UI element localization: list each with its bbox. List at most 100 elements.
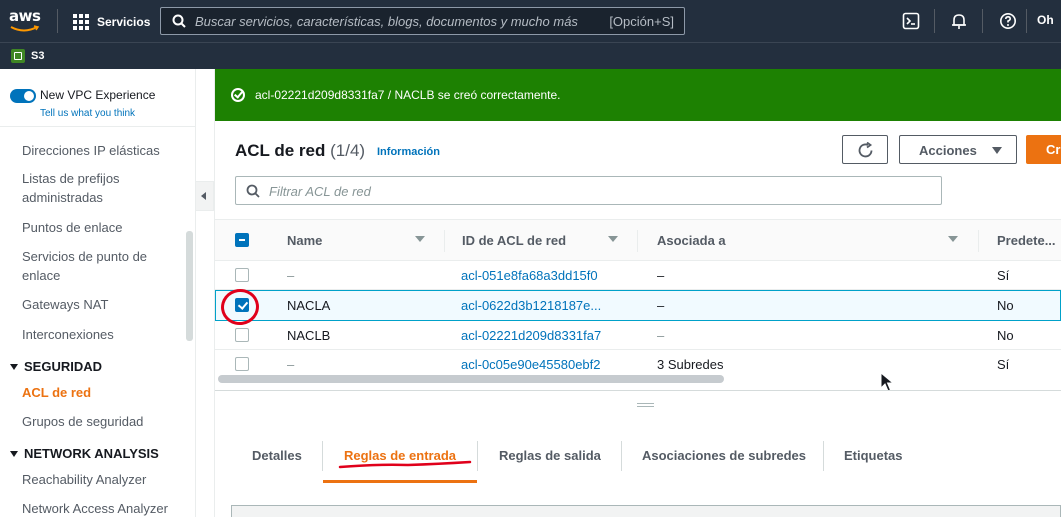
split-panel-resize-handle[interactable] — [637, 403, 654, 407]
cell-acl-id-link[interactable]: acl-0c05e90e45580ebf2 — [461, 357, 601, 372]
cell-acl-id-link[interactable]: acl-051e8fa68a3dd15f0 — [461, 268, 598, 283]
left-sidebar: New VPC Experience Tell us what you thin… — [0, 69, 196, 517]
sidebar-section-network-analysis[interactable]: NETWORK ANALYSIS — [10, 446, 159, 461]
column-header-acl-id[interactable]: ID de ACL de red — [462, 233, 566, 248]
account-menu[interactable]: Oh — [1037, 13, 1054, 27]
sidebar-scrollbar[interactable] — [186, 231, 193, 341]
inbound-rules-panel — [231, 505, 1061, 517]
create-label: Crear ACL de red — [1046, 142, 1061, 157]
column-separator — [978, 230, 979, 252]
help-icon[interactable] — [999, 12, 1017, 30]
tab-tags[interactable]: Etiquetas — [844, 448, 903, 463]
table-header: Name ID de ACL de red Asociada a Predete… — [215, 219, 1061, 261]
table-horizontal-scrollbar[interactable] — [218, 375, 724, 383]
caret-down-icon — [10, 450, 18, 457]
top-navigation: aws Servicios Buscar servicios, caracter… — [0, 0, 1061, 42]
cell-associated: – — [657, 268, 665, 283]
cell-name: NACLA — [287, 298, 331, 313]
check-circle-icon — [231, 88, 245, 102]
search-icon — [246, 184, 260, 198]
select-all-checkbox[interactable] — [235, 233, 249, 247]
cell-acl-id-link[interactable]: acl-0622d3b1218187e... — [461, 298, 601, 313]
tab-subnet-associations[interactable]: Asociaciones de subredes — [642, 448, 806, 463]
cell-name: – — [287, 268, 295, 283]
page-title-text: ACL de red — [235, 141, 326, 160]
column-header-name[interactable]: Name — [287, 233, 322, 248]
sidebar-item-prefix-lists[interactable]: Listas de prefijos administradas — [22, 169, 182, 207]
new-vpc-experience-toggle[interactable] — [10, 89, 36, 103]
create-network-acl-button[interactable]: Crear ACL de red — [1026, 135, 1061, 164]
refresh-icon — [858, 142, 873, 158]
aws-logo[interactable]: aws — [9, 8, 45, 36]
cell-default: No — [997, 298, 1014, 313]
tab-separator — [823, 441, 824, 471]
sort-caret-icon[interactable] — [415, 236, 425, 242]
sidebar-section-label: SEGURIDAD — [24, 359, 103, 374]
cell-default: Sí — [997, 268, 1010, 283]
sidebar-section-security[interactable]: SEGURIDAD — [10, 359, 102, 374]
sidebar-item-network-acls[interactable]: ACL de red — [22, 383, 182, 402]
tab-details[interactable]: Detalles — [252, 448, 302, 463]
nav-separator — [982, 9, 983, 33]
sidebar-item-endpoint-services[interactable]: Servicios de punto de enlace — [22, 247, 182, 285]
aws-smile-icon — [10, 25, 40, 32]
tab-separator — [621, 441, 622, 471]
actions-label: Acciones — [919, 143, 977, 158]
nav-separator — [1026, 9, 1027, 33]
info-link[interactable]: Información — [377, 146, 440, 158]
column-header-associated[interactable]: Asociada a — [657, 233, 726, 248]
collapse-sidebar-button[interactable] — [196, 181, 214, 211]
cell-associated: – — [657, 328, 665, 343]
new-vpc-experience-label: New VPC Experience — [40, 88, 156, 102]
row-checkbox[interactable] — [235, 357, 249, 371]
cell-associated: 3 Subredes — [657, 357, 724, 372]
aws-logo-text: aws — [9, 7, 41, 25]
notifications-bell-icon[interactable] — [950, 12, 968, 30]
filter-input[interactable]: Filtrar ACL de red — [235, 176, 942, 205]
success-flash-banner: acl-02221d209d8331fa7 / NACLB se creó co… — [215, 69, 1061, 121]
cell-associated: – — [657, 298, 665, 313]
search-icon — [172, 14, 186, 28]
page-title: ACL de red (1/4) — [235, 141, 365, 161]
table-row[interactable]: – acl-051e8fa68a3dd15f0 – Sí — [215, 261, 1061, 290]
services-label: Servicios — [97, 15, 151, 29]
sidebar-item-elastic-ips[interactable]: Direcciones IP elásticas — [22, 141, 182, 160]
refresh-button[interactable] — [842, 135, 888, 164]
tab-separator — [322, 441, 323, 471]
cell-name: – — [287, 357, 295, 372]
sidebar-item-security-groups[interactable]: Grupos de seguridad — [22, 412, 182, 431]
s3-favorite-link[interactable]: S3 — [31, 50, 44, 62]
mouse-cursor-icon — [880, 372, 894, 392]
column-header-default[interactable]: Predete... — [997, 233, 1056, 248]
cell-default: No — [997, 328, 1014, 343]
flash-message: acl-02221d209d8331fa7 / NACLB se creó co… — [255, 88, 561, 102]
split-panel-divider — [215, 390, 1061, 391]
column-separator — [444, 230, 445, 252]
sort-caret-icon[interactable] — [608, 236, 618, 242]
search-shortcut: [Opción+S] — [609, 14, 674, 29]
nav-separator — [57, 9, 58, 33]
cloudshell-icon[interactable] — [902, 12, 920, 30]
row-checkbox[interactable] — [235, 328, 249, 342]
caret-down-icon — [10, 363, 18, 370]
annotation-underline — [338, 460, 472, 469]
sidebar-item-endpoints[interactable]: Puntos de enlace — [22, 218, 182, 237]
cell-acl-id-link[interactable]: acl-02221d209d8331fa7 — [461, 328, 601, 343]
search-placeholder: Buscar servicios, características, blogs… — [195, 14, 578, 29]
tab-separator — [477, 441, 478, 471]
table-row-selected[interactable]: NACLA acl-0622d3b1218187e... – No — [215, 290, 1061, 321]
sidebar-item-reachability-analyzer[interactable]: Reachability Analyzer — [22, 470, 182, 489]
tab-outbound-rules[interactable]: Reglas de salida — [499, 448, 601, 463]
search-input[interactable]: Buscar servicios, características, blogs… — [160, 7, 685, 35]
services-menu-button[interactable]: Servicios — [73, 12, 150, 32]
table-row[interactable]: NACLB acl-02221d209d8331fa7 – No — [215, 321, 1061, 350]
caret-down-icon — [992, 147, 1002, 154]
sort-caret-icon[interactable] — [948, 236, 958, 242]
grid-menu-icon — [73, 14, 89, 30]
sidebar-item-network-access-analyzer[interactable]: Network Access Analyzer — [22, 499, 192, 517]
row-checkbox[interactable] — [235, 268, 249, 282]
sidebar-item-peering[interactable]: Interconexiones — [22, 325, 182, 344]
sidebar-item-nat-gateways[interactable]: Gateways NAT — [22, 295, 182, 314]
feedback-link[interactable]: Tell us what you think — [40, 108, 135, 119]
actions-dropdown-button[interactable]: Acciones — [899, 135, 1017, 164]
